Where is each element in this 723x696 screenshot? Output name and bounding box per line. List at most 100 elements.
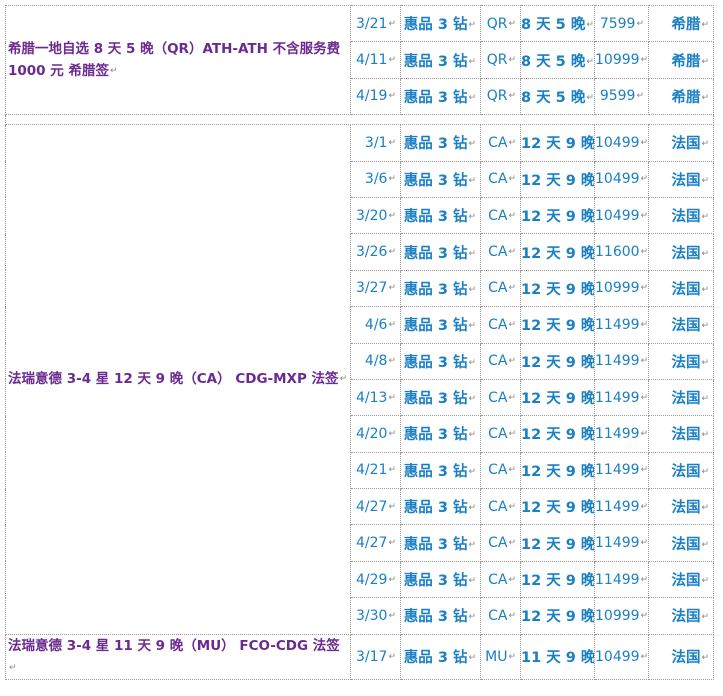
cell-visa-text: 法国 bbox=[671, 391, 701, 408]
cell-price: 10499↵ bbox=[594, 196, 649, 235]
cell-date: 3/6↵ bbox=[350, 160, 401, 198]
cell-duration-text: 12 天 9 晚 bbox=[521, 172, 595, 189]
cell-airline-text: CA bbox=[488, 134, 508, 151]
cell-price-text: 11499 bbox=[595, 462, 640, 479]
cell-airline-text: CA bbox=[488, 207, 508, 224]
paragraph-mark-icon: ↵ bbox=[701, 139, 709, 150]
cell-product: 惠品 3 钻↵ bbox=[400, 524, 481, 562]
cell-price: 10999↵ bbox=[594, 41, 649, 79]
cell-price: 11499↵ bbox=[594, 306, 649, 344]
paragraph-mark-icon: ↵ bbox=[586, 92, 594, 103]
cell-duration: 12 天 9 晚↵ bbox=[520, 269, 595, 308]
cell-duration: 12 天 9 晚↵ bbox=[520, 196, 595, 235]
cell-airline-text: CA bbox=[488, 425, 508, 442]
paragraph-mark-icon: ↵ bbox=[586, 20, 594, 31]
cell-airline-text: CA bbox=[488, 607, 508, 624]
cell-duration: 12 天 9 晚↵ bbox=[520, 378, 595, 417]
cell-product: 惠品 3 钻↵ bbox=[400, 597, 481, 635]
cell-product-text: 惠品 3 钻 bbox=[403, 354, 468, 371]
cell-airline-text: MU bbox=[485, 648, 508, 665]
cell-visa-text: 法国 bbox=[671, 573, 701, 590]
cell-airline-text: CA bbox=[488, 280, 508, 297]
paragraph-mark-icon: ↵ bbox=[508, 319, 516, 330]
cell-airline: CA↵ bbox=[480, 196, 521, 235]
cell-price: 9599↵ bbox=[594, 77, 649, 116]
cell-visa-text: 法国 bbox=[671, 245, 701, 262]
paragraph-mark-icon: ↵ bbox=[640, 465, 649, 476]
paragraph-mark-icon: ↵ bbox=[640, 210, 649, 221]
cell-product-text: 惠品 3 钻 bbox=[403, 573, 468, 590]
group-separator-row bbox=[5, 114, 714, 126]
table-row: 希腊一地自选 8 天 5 晚（QR）ATH-ATH 不含服务费 1000 元 希… bbox=[5, 4, 714, 116]
cell-product: 惠品 3 钻↵ bbox=[400, 196, 481, 235]
paragraph-mark-icon: ↵ bbox=[701, 92, 709, 103]
cell-date-text: 3/21 bbox=[356, 15, 388, 32]
cell-product: 惠品 3 钻↵ bbox=[400, 233, 481, 271]
cell-date: 4/20↵ bbox=[350, 415, 401, 453]
paragraph-mark-icon: ↵ bbox=[640, 501, 649, 512]
paragraph-mark-icon: ↵ bbox=[468, 612, 476, 623]
cell-product-text: 惠品 3 钻 bbox=[403, 209, 468, 226]
paragraph-mark-icon: ↵ bbox=[701, 175, 709, 186]
cell-visa: 法国↵ bbox=[648, 415, 714, 453]
cell-price: 10999↵ bbox=[594, 597, 649, 635]
cell-product-text: 惠品 3 钻 bbox=[403, 318, 468, 335]
cell-price-text: 11499 bbox=[595, 498, 640, 515]
cell-date-text: 4/8 bbox=[364, 353, 388, 370]
cell-duration-text: 12 天 9 晚 bbox=[521, 500, 595, 517]
cell-duration-text: 8 天 5 晚 bbox=[521, 89, 586, 106]
cell-product-text: 惠品 3 钻 bbox=[403, 609, 468, 626]
cell-airline-text: CA bbox=[488, 498, 508, 515]
paragraph-mark-icon: ↵ bbox=[388, 55, 396, 66]
tour-name-cell: 法瑞意德 3-4 星 11 天 9 晚（MU） FCO-CDG 法签 ↵ bbox=[5, 633, 351, 680]
cell-visa: 法国↵ bbox=[648, 633, 714, 680]
cell-price: 11499↵ bbox=[594, 488, 649, 526]
paragraph-mark-icon: ↵ bbox=[508, 610, 516, 621]
cell-price-text: 10499 bbox=[595, 648, 640, 665]
paragraph-mark-icon: ↵ bbox=[640, 610, 649, 621]
cell-airline-text: CA bbox=[488, 353, 508, 370]
cell-visa: 法国↵ bbox=[648, 451, 714, 490]
paragraph-mark-icon: ↵ bbox=[388, 210, 396, 221]
cell-product: 惠品 3 钻↵ bbox=[400, 378, 481, 417]
paragraph-mark-icon: ↵ bbox=[701, 394, 709, 405]
cell-visa-text: 法国 bbox=[671, 281, 701, 298]
paragraph-mark-icon: ↵ bbox=[468, 321, 476, 332]
paragraph-mark-icon: ↵ bbox=[468, 394, 476, 405]
paragraph-mark-icon: ↵ bbox=[701, 576, 709, 587]
paragraph-mark-icon: ↵ bbox=[468, 430, 476, 441]
paragraph-mark-icon: ↵ bbox=[701, 212, 709, 223]
cell-product-text: 惠品 3 钻 bbox=[403, 650, 468, 667]
cell-airline-text: CA bbox=[488, 535, 508, 552]
paragraph-mark-icon: ↵ bbox=[640, 356, 649, 367]
paragraph-mark-icon: ↵ bbox=[640, 247, 649, 258]
paragraph-mark-icon: ↵ bbox=[388, 283, 396, 294]
paragraph-mark-icon: ↵ bbox=[640, 392, 649, 403]
cell-duration: 8 天 5 晚↵ bbox=[520, 4, 595, 43]
paragraph-mark-icon: ↵ bbox=[508, 538, 516, 549]
cell-product-text: 惠品 3 钻 bbox=[403, 17, 468, 34]
cell-date-text: 3/26 bbox=[356, 244, 388, 261]
cell-date: 3/26↵ bbox=[350, 233, 401, 271]
cell-airline: CA↵ bbox=[480, 451, 521, 490]
cell-visa-text: 法国 bbox=[671, 536, 701, 553]
cell-product: 惠品 3 钻↵ bbox=[400, 560, 481, 599]
cell-airline: CA↵ bbox=[480, 160, 521, 198]
cell-duration: 12 天 9 晚↵ bbox=[520, 560, 595, 599]
cell-airline: CA↵ bbox=[480, 524, 521, 562]
cell-airline: CA↵ bbox=[480, 306, 521, 344]
paragraph-mark-icon: ↵ bbox=[508, 55, 516, 66]
cell-duration-text: 12 天 9 晚 bbox=[521, 354, 595, 371]
paragraph-mark-icon: ↵ bbox=[508, 392, 516, 403]
separator-cell bbox=[5, 114, 714, 126]
cell-date: 3/20↵ bbox=[350, 196, 401, 235]
cell-date-text: 4/13 bbox=[356, 389, 388, 406]
cell-duration-text: 12 天 9 晚 bbox=[521, 536, 595, 553]
paragraph-mark-icon: ↵ bbox=[508, 356, 516, 367]
cell-visa: 法国↵ bbox=[648, 378, 714, 417]
paragraph-mark-icon: ↵ bbox=[508, 137, 516, 148]
cell-visa: 希腊↵ bbox=[648, 4, 714, 43]
cell-product-text: 惠品 3 钻 bbox=[403, 536, 468, 553]
cell-duration-text: 8 天 5 晚 bbox=[521, 53, 586, 70]
cell-price-text: 10999 bbox=[595, 52, 640, 69]
